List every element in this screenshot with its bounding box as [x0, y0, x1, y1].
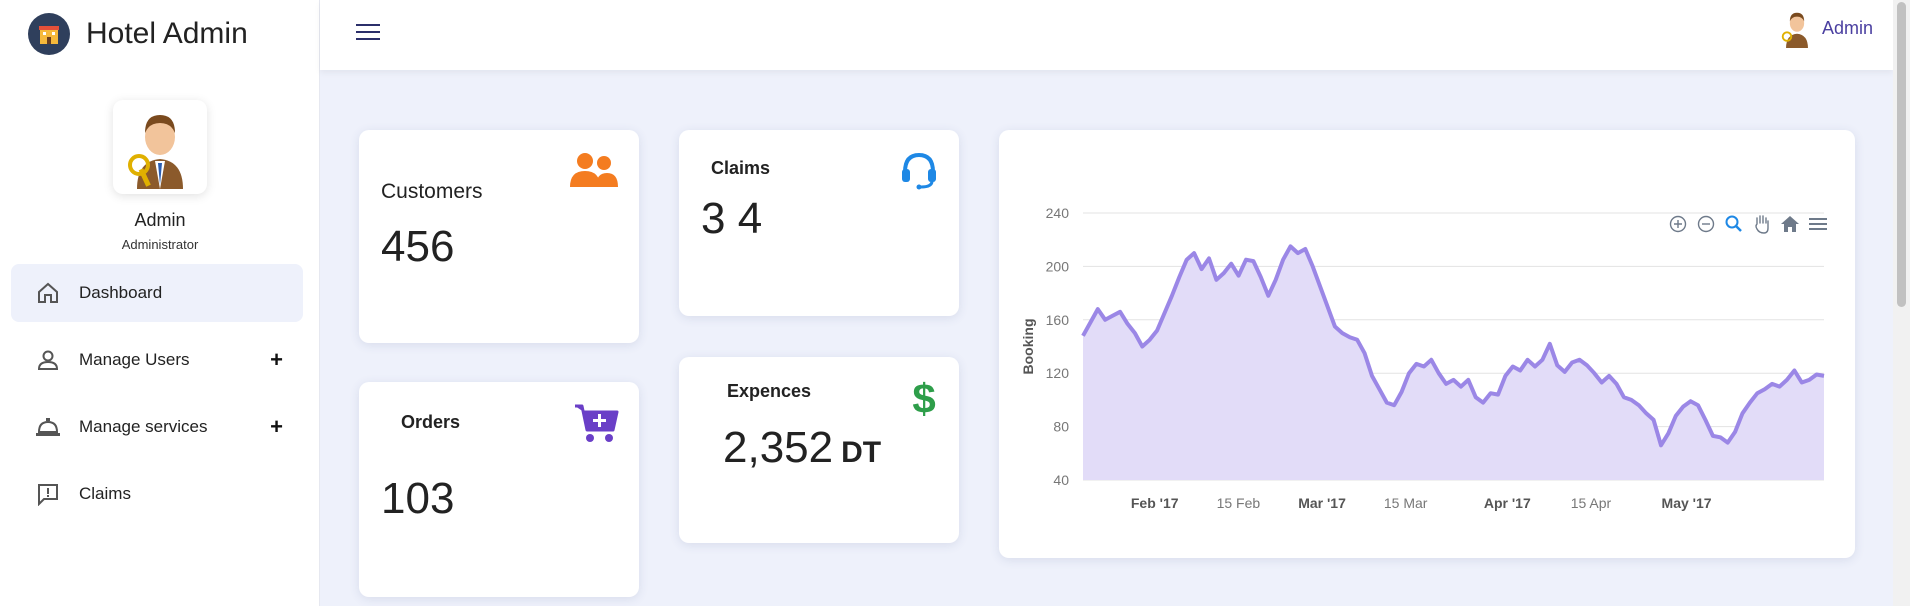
orders-card[interactable]: Orders 103 [359, 382, 639, 597]
topbar-user-name: Admin [1821, 17, 1873, 38]
alert-message-icon [35, 481, 61, 507]
sidebar-item-claims[interactable]: Claims [11, 465, 303, 523]
app-title: Hotel Admin [86, 17, 248, 50]
profile-panel: Admin Administrator [0, 100, 320, 252]
headset-icon [899, 150, 939, 195]
expand-icon[interactable]: + [270, 414, 283, 440]
card-value: 103 [381, 474, 455, 523]
profile-name: Admin [134, 210, 186, 230]
cart-plus-icon [573, 402, 619, 449]
avatar[interactable] [113, 100, 207, 194]
page-scrollbar[interactable] [1893, 0, 1910, 606]
user-menu[interactable]: Admin [1780, 8, 1873, 48]
sidebar-item-label: Claims [79, 484, 131, 503]
card-title: Claims [711, 158, 771, 178]
user-icon [35, 347, 61, 373]
dollar-icon: $ [911, 375, 937, 424]
topbar: Admin [320, 0, 1893, 70]
customers-card[interactable]: Customers 456 [359, 130, 639, 343]
x-tick-label: Mar '17 [1298, 495, 1346, 511]
expences-card[interactable]: Expences 2,352 DT $ [679, 357, 959, 543]
card-value: 2,352 [723, 423, 834, 472]
expand-icon[interactable]: + [270, 347, 283, 373]
hotel-logo-icon [28, 13, 70, 55]
menu-toggle-button[interactable] [356, 24, 380, 44]
card-title: Orders [401, 412, 461, 432]
claims-card[interactable]: Claims 3 4 [679, 130, 959, 316]
booking-chart-card: 40 80 120 160 200 240 Feb '17 15 Feb Mar '17 15 M… [999, 130, 1855, 558]
card-title: Expences [727, 381, 812, 401]
x-tick-label: Apr '17 [1484, 495, 1531, 511]
card-title: Customers [381, 180, 483, 203]
y-tick-label: 80 [1053, 419, 1069, 435]
x-tick-label: Feb '17 [1131, 495, 1179, 511]
sidebar: Hotel Admin Admin Administrator Dashboar… [0, 0, 320, 606]
admin-avatar-icon [1781, 12, 1808, 48]
x-tick-label: 15 Mar [1384, 495, 1428, 511]
profile-role: Administrator [121, 237, 199, 252]
x-tick-label: 15 Apr [1571, 495, 1612, 511]
admin-avatar-icon [128, 115, 183, 189]
sidebar-item-label: Dashboard [79, 283, 163, 302]
users-icon [569, 152, 619, 193]
currency-unit: DT [841, 436, 882, 469]
svg-text:$: $ [912, 377, 935, 419]
chart-area-fill [1083, 246, 1824, 480]
card-value: 456 [381, 222, 455, 271]
expences-amount: 2,352 DT [723, 423, 881, 473]
card-value: 3 4 [701, 194, 763, 243]
home-icon [35, 280, 61, 306]
sidebar-item-dashboard[interactable]: Dashboard [11, 264, 303, 322]
sidebar-item-manage-users[interactable]: Manage Users + [11, 331, 303, 389]
brand[interactable]: Hotel Admin [28, 13, 248, 55]
y-tick-label: 200 [1046, 258, 1070, 274]
x-tick-label: May '17 [1662, 495, 1712, 511]
sidebar-item-label: Manage services [79, 417, 208, 436]
y-tick-label: 40 [1053, 472, 1069, 488]
service-bell-icon [35, 414, 61, 440]
sidebar-nav: Dashboard Manage Users + Manage services… [11, 264, 303, 532]
y-axis-label: Booking [1020, 319, 1036, 375]
booking-area-chart: 40 80 120 160 200 240 Feb '17 15 Feb Mar '17 15 M… [1020, 205, 1825, 511]
x-tick-label: 15 Feb [1217, 495, 1261, 511]
sidebar-item-manage-services[interactable]: Manage services + [11, 398, 303, 456]
y-tick-label: 240 [1046, 205, 1070, 221]
y-tick-label: 160 [1046, 312, 1070, 328]
sidebar-item-label: Manage Users [79, 350, 190, 369]
scrollbar-thumb[interactable] [1897, 2, 1906, 307]
y-tick-label: 120 [1046, 365, 1070, 381]
